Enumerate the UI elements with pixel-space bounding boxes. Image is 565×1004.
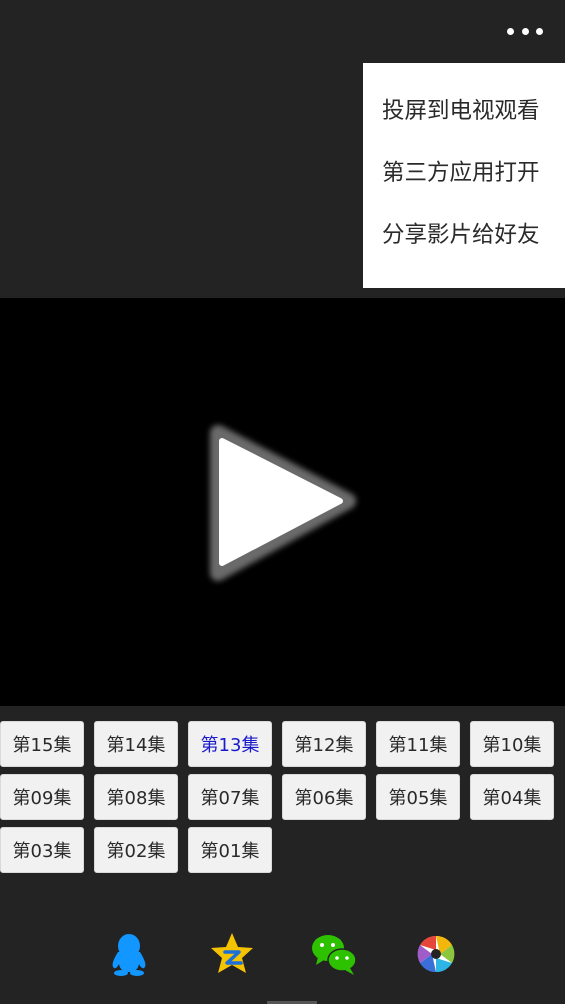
- more-horizontal-icon: [507, 27, 514, 35]
- episode-button[interactable]: 第02集: [94, 827, 178, 873]
- share-bar: [0, 930, 565, 980]
- episode-list: 第15集 第14集 第13集 第12集 第11集 第10集 第09集 第08集 …: [0, 721, 565, 880]
- episode-button[interactable]: 第03集: [0, 827, 84, 873]
- play-icon[interactable]: [200, 413, 365, 588]
- episode-button[interactable]: 第06集: [282, 774, 366, 820]
- episode-button[interactable]: 第11集: [376, 721, 460, 767]
- episode-button[interactable]: 第10集: [470, 721, 554, 767]
- video-page: 投屏到电视观看 第三方应用打开 分享影片给好友 第15集 第14集 第13集 第…: [0, 0, 565, 1004]
- wechat-icon[interactable]: [310, 930, 358, 978]
- more-options-button[interactable]: [507, 18, 543, 44]
- episode-button[interactable]: 第14集: [94, 721, 178, 767]
- more-dot: [536, 27, 543, 35]
- episode-button[interactable]: 第07集: [188, 774, 272, 820]
- episode-button[interactable]: 第08集: [94, 774, 178, 820]
- episode-button[interactable]: 第04集: [470, 774, 554, 820]
- episode-row: 第03集 第02集 第01集: [0, 827, 565, 873]
- menu-item-open-in-app[interactable]: 第三方应用打开: [363, 142, 565, 204]
- episode-button[interactable]: 第05集: [376, 774, 460, 820]
- qq-icon[interactable]: [105, 930, 153, 978]
- video-player[interactable]: [0, 298, 565, 706]
- episode-row: 第09集 第08集 第07集 第06集 第05集 第04集: [0, 774, 565, 820]
- episode-button-active[interactable]: 第13集: [188, 721, 272, 767]
- episode-row: 第15集 第14集 第13集 第12集 第11集 第10集: [0, 721, 565, 767]
- more-dot: [521, 27, 529, 35]
- menu-item-share-video[interactable]: 分享影片给好友: [363, 204, 565, 266]
- episode-button[interactable]: 第12集: [282, 721, 366, 767]
- options-menu: 投屏到电视观看 第三方应用打开 分享影片给好友: [363, 63, 565, 288]
- episode-button[interactable]: 第09集: [0, 774, 84, 820]
- moments-icon[interactable]: [412, 930, 460, 978]
- qzone-icon[interactable]: [208, 930, 256, 978]
- menu-item-cast-to-tv[interactable]: 投屏到电视观看: [363, 80, 565, 142]
- episode-button[interactable]: 第15集: [0, 721, 84, 767]
- episode-button[interactable]: 第01集: [188, 827, 272, 873]
